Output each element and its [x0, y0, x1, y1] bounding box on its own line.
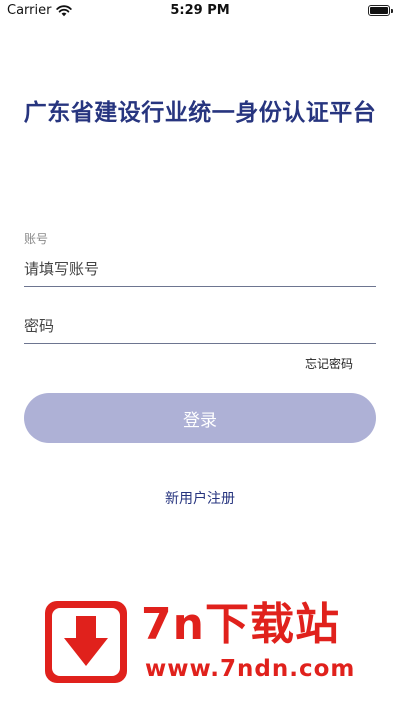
password-input[interactable] — [24, 309, 376, 343]
battery-icon — [368, 5, 393, 16]
forgot-password-link[interactable]: 忘记密码 — [305, 355, 353, 372]
download-arrow-icon — [64, 616, 108, 666]
register-link[interactable]: 新用户注册 — [0, 488, 400, 508]
watermark-logo-inner — [52, 608, 120, 676]
status-time: 5:29 PM — [170, 3, 230, 18]
watermark-url: www.7ndn.com — [145, 656, 356, 682]
account-field[interactable] — [24, 252, 376, 287]
login-button-label: 登录 — [183, 410, 217, 431]
account-label: 账号 — [24, 232, 49, 246]
login-button[interactable]: 登录 — [24, 393, 376, 443]
status-bar: Carrier 5:29 PM — [0, 0, 400, 22]
page-title: 广东省建设行业统一身份认证平台 — [23, 100, 377, 126]
watermark-logo — [45, 601, 127, 683]
watermark: 7n下载站 www.7ndn.com — [45, 598, 385, 698]
password-field[interactable] — [24, 309, 376, 344]
account-input[interactable] — [24, 252, 376, 286]
watermark-title: 7n下载站 — [141, 599, 340, 650]
